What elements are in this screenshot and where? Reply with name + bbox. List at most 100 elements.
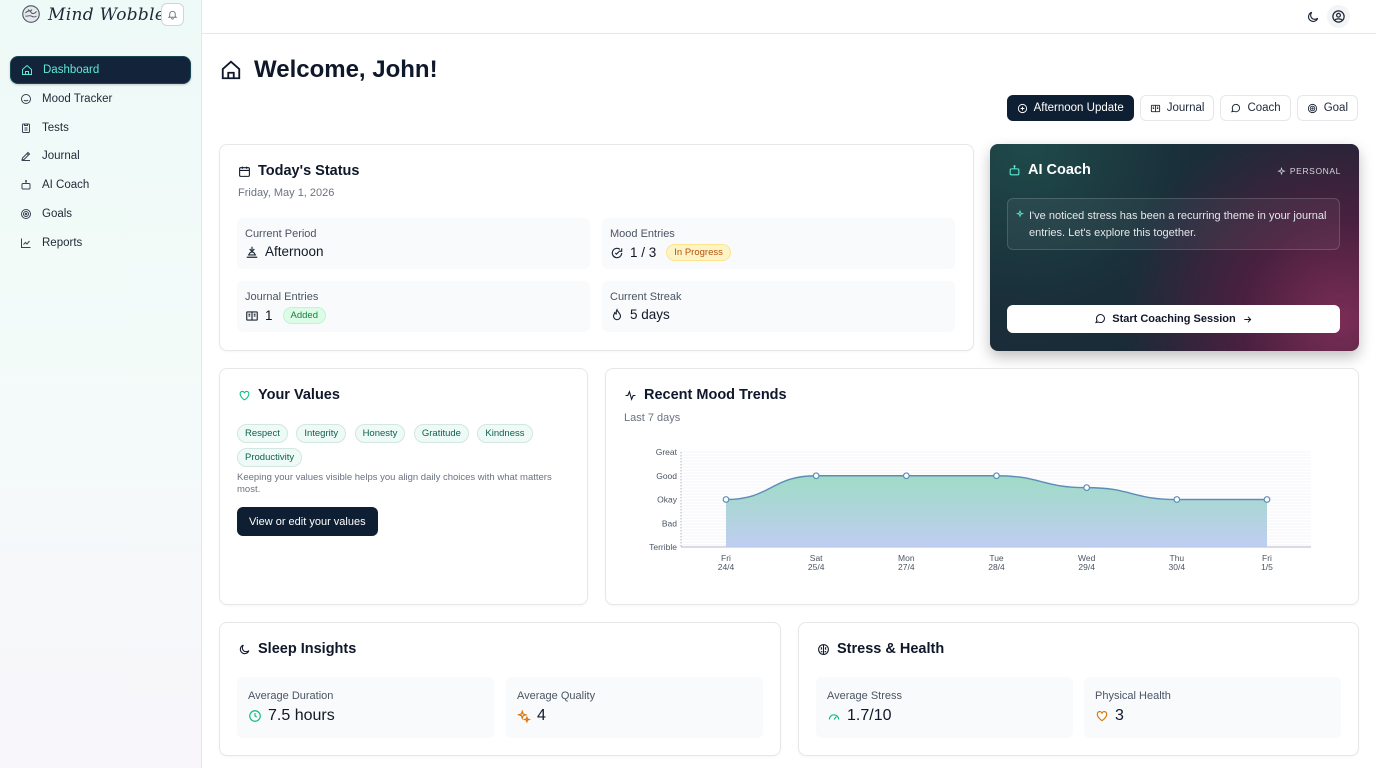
card-title: Today's Status <box>238 163 359 179</box>
x-tick-date: 29/4 <box>1078 562 1095 572</box>
stat-value: 1 / 3 In Progress <box>610 244 731 261</box>
todays-status-card: Today's Status Friday, May 1, 2026 Curre… <box>219 144 974 351</box>
current-period-stat: Current Period Afternoon <box>237 218 590 269</box>
user-circle-icon <box>1332 10 1345 23</box>
bell-icon <box>167 10 178 20</box>
button-label: Start Coaching Session <box>1112 313 1236 325</box>
physical-health-value: 3 <box>1115 707 1124 724</box>
stat-label: Journal Entries <box>245 291 319 303</box>
value-chip[interactable]: Gratitude <box>413 424 469 443</box>
mood-data-point[interactable] <box>1263 496 1271 503</box>
bot-icon <box>1009 164 1020 175</box>
theme-toggle-button[interactable] <box>1301 5 1324 28</box>
coach-button[interactable]: Coach <box>1220 95 1291 121</box>
edit-values-button[interactable]: View or edit your values <box>237 507 378 536</box>
stress-health-card: Stress & Health Average Stress 1.7/10 Ph… <box>798 622 1359 756</box>
y-tick-label: Good <box>656 471 677 481</box>
value-chip[interactable]: Honesty <box>354 424 406 443</box>
sidebar-item-ai-coach[interactable]: AI Coach <box>10 171 191 199</box>
card-title: Sleep Insights <box>238 641 356 657</box>
card-title-text: Today's Status <box>258 163 360 179</box>
chat-bubble-icon <box>1095 314 1106 324</box>
streak-value: 5 days <box>630 307 670 322</box>
value-chip[interactable]: Integrity <box>296 424 347 443</box>
sparkle-icon <box>1277 166 1286 175</box>
target-icon <box>21 208 31 219</box>
status-badge: Added <box>282 307 326 324</box>
sidebar-nav: Dashboard Mood Tracker Tests Journal AI … <box>10 56 191 258</box>
pen-icon <box>21 152 31 162</box>
journal-button[interactable]: Journal <box>1139 95 1215 121</box>
stat-label: Current Streak <box>610 291 682 303</box>
sidebar-item-label: Mood Tracker <box>42 92 113 105</box>
stat-value: 5 days <box>610 307 670 322</box>
mood-data-point[interactable] <box>722 496 730 503</box>
sidebar-item-dashboard[interactable]: Dashboard <box>10 56 191 84</box>
card-title-text: Sleep Insights <box>258 641 357 657</box>
brain-logo-icon <box>22 5 40 23</box>
current-streak-stat: Current Streak 5 days <box>602 281 955 332</box>
journal-entries-stat: Journal Entries 1 Added <box>237 281 590 332</box>
sidebar-item-label: Goals <box>42 207 73 220</box>
card-title-text: Stress & Health <box>837 641 945 657</box>
gauge-icon <box>828 714 840 720</box>
sidebar-item-journal[interactable]: Journal <box>10 142 191 170</box>
y-tick-label: Okay <box>657 495 678 505</box>
sidebar-item-goals[interactable]: Goals <box>10 200 191 228</box>
sidebar-item-tests[interactable]: Tests <box>10 114 191 142</box>
stat-label: Average Quality <box>517 690 596 702</box>
stat-label: Current Period <box>245 228 317 240</box>
journal-entries-value: 1 <box>265 308 273 323</box>
stat-value: 7.5 hours <box>248 707 335 725</box>
mood-trend-chart: TerribleBadOkayGoodGreatFri24/4Sat25/4Mo… <box>649 447 1311 572</box>
arrow-right-icon <box>1244 315 1252 323</box>
brain-icon <box>818 643 829 655</box>
sidebar-item-reports[interactable]: Reports <box>10 229 191 257</box>
button-label: Afternoon Update <box>1033 102 1124 114</box>
page-title: Welcome, John! <box>254 56 438 83</box>
start-coaching-button[interactable]: Start Coaching Session <box>1007 305 1340 333</box>
user-menu-button[interactable] <box>1327 5 1350 28</box>
afternoon-update-button[interactable]: Afternoon Update <box>1006 95 1134 121</box>
y-tick-label: Bad <box>662 518 677 528</box>
value-chip[interactable]: Respect <box>237 424 288 443</box>
sidebar-item-label: Reports <box>42 236 83 249</box>
heart-icon <box>239 390 250 400</box>
mood-data-point[interactable] <box>902 472 910 480</box>
duration-value: 7.5 hours <box>268 707 335 724</box>
value-chip[interactable]: Productivity <box>237 448 303 467</box>
value-chip[interactable]: Kindness <box>477 424 533 443</box>
coach-message-text: I've noticed stress has been a recurring… <box>1029 210 1327 239</box>
stat-label: Mood Entries <box>610 228 675 240</box>
refresh-check-icon <box>611 247 623 258</box>
mood-data-point[interactable] <box>1083 484 1091 492</box>
mood-data-point[interactable] <box>1173 496 1181 503</box>
button-label: Journal <box>1166 102 1205 114</box>
personal-tag: PERSONAL <box>1277 166 1341 176</box>
x-tick-date: 25/4 <box>808 562 825 572</box>
notifications-button[interactable] <box>161 3 184 26</box>
stat-value: 1.7/10 <box>827 707 891 725</box>
sidebar-item-mood-tracker[interactable]: Mood Tracker <box>10 85 191 113</box>
mood-data-point[interactable] <box>993 472 1000 480</box>
stat-label: Average Duration <box>248 690 334 702</box>
bot-icon <box>21 180 31 190</box>
your-values-card: Your Values Respect Integrity Honesty Gr… <box>219 368 588 605</box>
book-open-icon <box>246 310 258 321</box>
brand[interactable]: Mind Wobble <box>20 4 165 26</box>
stat-label: Physical Health <box>1095 690 1171 702</box>
mood-data-point[interactable] <box>812 472 820 480</box>
smile-icon <box>21 93 31 104</box>
plus-circle-icon <box>1017 103 1027 113</box>
card-title: Stress & Health <box>817 641 944 657</box>
moon-icon <box>1307 11 1318 22</box>
stat-value: 3 <box>1095 707 1124 725</box>
quick-actions: Afternoon Update Journal Coach Goal <box>1006 95 1358 121</box>
average-duration-stat: Average Duration 7.5 hours <box>237 677 494 738</box>
ai-coach-card: AI Coach PERSONAL I've noticed stress ha… <box>990 144 1359 351</box>
goal-button[interactable]: Goal <box>1296 95 1358 121</box>
status-date: Friday, May 1, 2026 <box>238 187 335 199</box>
sparkles-icon <box>517 709 531 723</box>
average-stress-stat: Average Stress 1.7/10 <box>816 677 1073 738</box>
app-name: Mind Wobble <box>48 5 166 25</box>
